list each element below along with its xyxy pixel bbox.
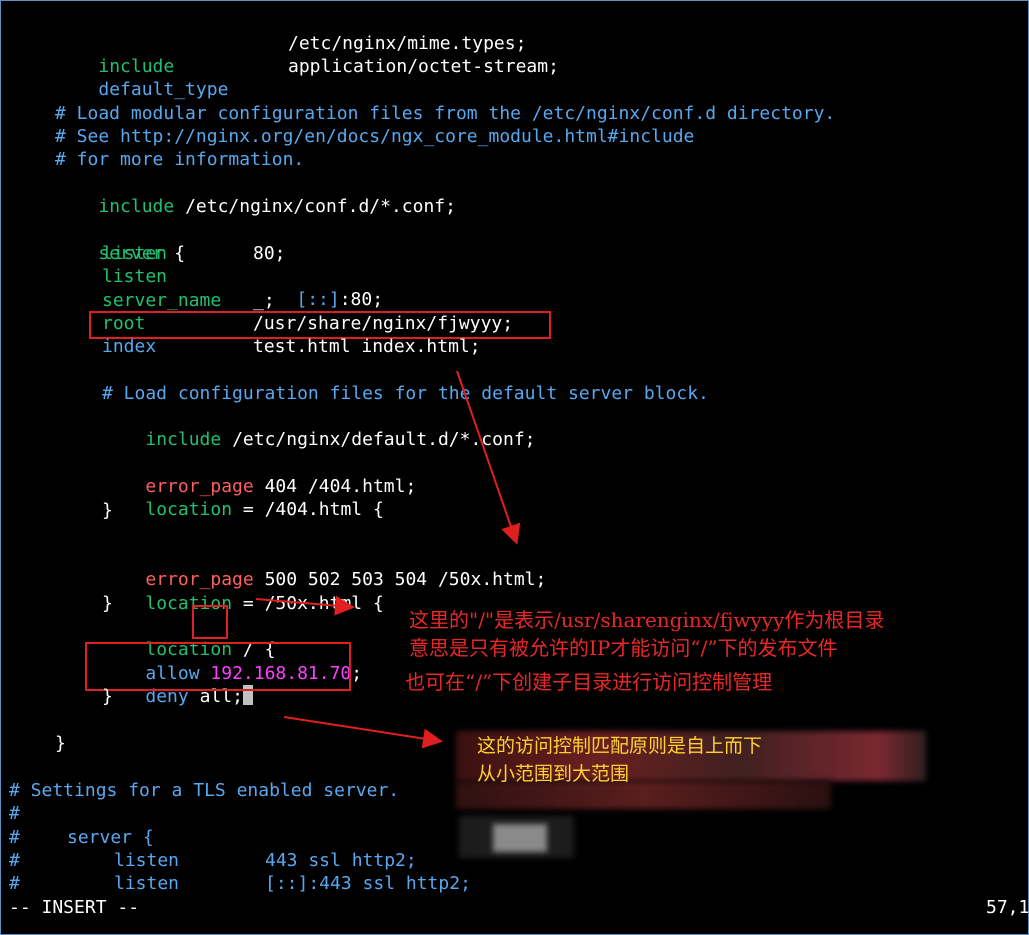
cursor-position: 57,1 (986, 897, 1029, 918)
arrow-rules-to-note (283, 716, 443, 749)
arrow-root-to-note (456, 370, 521, 545)
terminal-window[interactable]: include /etc/nginx/mime.types; default_t… (0, 0, 1029, 935)
vim-mode-indicator: -- INSERT -- (9, 897, 140, 918)
annotation-arrows (255, 370, 521, 749)
arrow-slash-to-note (255, 595, 355, 616)
